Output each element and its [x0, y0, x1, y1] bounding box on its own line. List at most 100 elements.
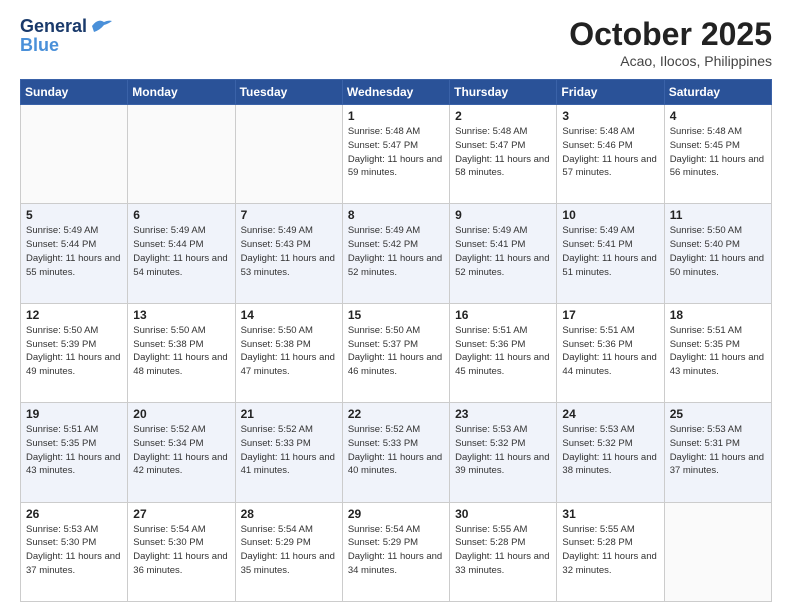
calendar-week-1: 1 Sunrise: 5:48 AM Sunset: 5:47 PM Daylig…: [21, 105, 772, 204]
day-info: Sunrise: 5:52 AM Sunset: 5:33 PM Dayligh…: [348, 423, 444, 478]
day-number: 19: [26, 407, 122, 421]
day-number: 18: [670, 308, 766, 322]
logo-general: General: [20, 16, 87, 37]
calendar-cell: 11 Sunrise: 5:50 AM Sunset: 5:40 PM Dayli…: [664, 204, 771, 303]
day-number: 1: [348, 109, 444, 123]
day-info: Sunrise: 5:48 AM Sunset: 5:47 PM Dayligh…: [348, 125, 444, 180]
day-info: Sunrise: 5:52 AM Sunset: 5:33 PM Dayligh…: [241, 423, 337, 478]
calendar-cell: 22Sunrise: 5:52 AM Sunset: 5:33 PM Dayli…: [342, 403, 449, 502]
calendar-cell: [235, 105, 342, 204]
calendar-cell: 20 Sunrise: 5:52 AM Sunset: 5:34 PM Dayli…: [128, 403, 235, 502]
calendar-cell: 25Sunrise: 5:53 AM Sunset: 5:31 PM Dayli…: [664, 403, 771, 502]
day-number: 7: [241, 208, 337, 222]
day-number: 3: [562, 109, 658, 123]
calendar-cell: 13 Sunrise: 5:50 AM Sunset: 5:38 PM Dayli…: [128, 303, 235, 402]
calendar-cell: 15 Sunrise: 5:50 AM Sunset: 5:37 PM Dayli…: [342, 303, 449, 402]
calendar-cell: [21, 105, 128, 204]
calendar-cell: 12Sunrise: 5:50 AM Sunset: 5:39 PM Dayli…: [21, 303, 128, 402]
day-info: Sunrise: 5:49 AM Sunset: 5:44 PM Dayligh…: [133, 224, 229, 279]
day-number: 6: [133, 208, 229, 222]
calendar-cell: 2Sunrise: 5:48 AM Sunset: 5:47 PM Daylig…: [450, 105, 557, 204]
day-info: Sunrise: 5:54 AM Sunset: 5:29 PM Dayligh…: [241, 523, 337, 578]
logo: General Blue: [20, 16, 112, 56]
title-area: October 2025 Acao, Ilocos, Philippines: [569, 16, 772, 69]
calendar-cell: 28 Sunrise: 5:54 AM Sunset: 5:29 PM Dayli…: [235, 502, 342, 601]
calendar-cell: 27Sunrise: 5:54 AM Sunset: 5:30 PM Dayli…: [128, 502, 235, 601]
calendar-cell: 18 Sunrise: 5:51 AM Sunset: 5:35 PM Dayli…: [664, 303, 771, 402]
day-info: Sunrise: 5:50 AM Sunset: 5:38 PM Dayligh…: [241, 324, 337, 379]
calendar-cell: 4Sunrise: 5:48 AM Sunset: 5:45 PM Daylig…: [664, 105, 771, 204]
day-info: Sunrise: 5:53 AM Sunset: 5:32 PM Dayligh…: [455, 423, 551, 478]
day-number: 30: [455, 507, 551, 521]
header-sunday: Sunday: [21, 80, 128, 105]
day-number: 8: [348, 208, 444, 222]
calendar-cell: 9 Sunrise: 5:49 AM Sunset: 5:41 PM Daylig…: [450, 204, 557, 303]
day-info: Sunrise: 5:50 AM Sunset: 5:40 PM Dayligh…: [670, 224, 766, 279]
calendar-cell: 24 Sunrise: 5:53 AM Sunset: 5:32 PM Dayli…: [557, 403, 664, 502]
day-info: Sunrise: 5:49 AM Sunset: 5:42 PM Dayligh…: [348, 224, 444, 279]
calendar-cell: 14Sunrise: 5:50 AM Sunset: 5:38 PM Dayli…: [235, 303, 342, 402]
calendar-cell: 10Sunrise: 5:49 AM Sunset: 5:41 PM Dayli…: [557, 204, 664, 303]
calendar-cell: 5 Sunrise: 5:49 AM Sunset: 5:44 PM Daylig…: [21, 204, 128, 303]
header: General Blue October 2025 Acao, Ilocos, …: [20, 16, 772, 69]
day-info: Sunrise: 5:51 AM Sunset: 5:36 PM Dayligh…: [455, 324, 551, 379]
calendar-cell: 6 Sunrise: 5:49 AM Sunset: 5:44 PM Daylig…: [128, 204, 235, 303]
logo-blue: Blue: [20, 35, 59, 56]
day-info: Sunrise: 5:53 AM Sunset: 5:30 PM Dayligh…: [26, 523, 122, 578]
day-number: 21: [241, 407, 337, 421]
day-info: Sunrise: 5:51 AM Sunset: 5:35 PM Dayligh…: [26, 423, 122, 478]
day-number: 28: [241, 507, 337, 521]
day-info: Sunrise: 5:50 AM Sunset: 5:38 PM Dayligh…: [133, 324, 229, 379]
logo-bird-icon: [90, 18, 112, 34]
header-monday: Monday: [128, 80, 235, 105]
calendar-cell: 30 Sunrise: 5:55 AM Sunset: 5:28 PM Dayli…: [450, 502, 557, 601]
location-subtitle: Acao, Ilocos, Philippines: [569, 53, 772, 69]
day-info: Sunrise: 5:52 AM Sunset: 5:34 PM Dayligh…: [133, 423, 229, 478]
day-info: Sunrise: 5:50 AM Sunset: 5:37 PM Dayligh…: [348, 324, 444, 379]
day-number: 29: [348, 507, 444, 521]
day-number: 5: [26, 208, 122, 222]
day-info: Sunrise: 5:49 AM Sunset: 5:43 PM Dayligh…: [241, 224, 337, 279]
day-info: Sunrise: 5:49 AM Sunset: 5:41 PM Dayligh…: [455, 224, 551, 279]
header-thursday: Thursday: [450, 80, 557, 105]
header-friday: Friday: [557, 80, 664, 105]
weekday-header-row: Sunday Monday Tuesday Wednesday Thursday…: [21, 80, 772, 105]
calendar-cell: [128, 105, 235, 204]
day-number: 9: [455, 208, 551, 222]
day-info: Sunrise: 5:53 AM Sunset: 5:32 PM Dayligh…: [562, 423, 658, 478]
day-number: 16: [455, 308, 551, 322]
calendar-cell: 3 Sunrise: 5:48 AM Sunset: 5:46 PM Daylig…: [557, 105, 664, 204]
day-number: 20: [133, 407, 229, 421]
calendar-week-4: 19 Sunrise: 5:51 AM Sunset: 5:35 PM Dayli…: [21, 403, 772, 502]
calendar-cell: 16 Sunrise: 5:51 AM Sunset: 5:36 PM Dayli…: [450, 303, 557, 402]
calendar-cell: 8 Sunrise: 5:49 AM Sunset: 5:42 PM Daylig…: [342, 204, 449, 303]
day-number: 2: [455, 109, 551, 123]
day-number: 11: [670, 208, 766, 222]
calendar-cell: 7 Sunrise: 5:49 AM Sunset: 5:43 PM Daylig…: [235, 204, 342, 303]
day-number: 17: [562, 308, 658, 322]
calendar-cell: 23 Sunrise: 5:53 AM Sunset: 5:32 PM Dayli…: [450, 403, 557, 502]
day-number: 13: [133, 308, 229, 322]
day-number: 27: [133, 507, 229, 521]
day-number: 23: [455, 407, 551, 421]
day-info: Sunrise: 5:55 AM Sunset: 5:28 PM Dayligh…: [455, 523, 551, 578]
day-info: Sunrise: 5:53 AM Sunset: 5:31 PM Dayligh…: [670, 423, 766, 478]
header-wednesday: Wednesday: [342, 80, 449, 105]
calendar-cell: [664, 502, 771, 601]
calendar-cell: 26Sunrise: 5:53 AM Sunset: 5:30 PM Dayli…: [21, 502, 128, 601]
day-info: Sunrise: 5:48 AM Sunset: 5:46 PM Dayligh…: [562, 125, 658, 180]
day-number: 15: [348, 308, 444, 322]
day-info: Sunrise: 5:54 AM Sunset: 5:29 PM Dayligh…: [348, 523, 444, 578]
calendar-week-2: 5 Sunrise: 5:49 AM Sunset: 5:44 PM Daylig…: [21, 204, 772, 303]
page: General Blue October 2025 Acao, Ilocos, …: [0, 0, 792, 612]
day-info: Sunrise: 5:50 AM Sunset: 5:39 PM Dayligh…: [26, 324, 122, 379]
day-number: 4: [670, 109, 766, 123]
day-info: Sunrise: 5:51 AM Sunset: 5:35 PM Dayligh…: [670, 324, 766, 379]
day-number: 31: [562, 507, 658, 521]
day-number: 10: [562, 208, 658, 222]
month-title: October 2025: [569, 16, 772, 53]
day-info: Sunrise: 5:49 AM Sunset: 5:44 PM Dayligh…: [26, 224, 122, 279]
calendar-cell: 19 Sunrise: 5:51 AM Sunset: 5:35 PM Dayli…: [21, 403, 128, 502]
day-number: 24: [562, 407, 658, 421]
header-saturday: Saturday: [664, 80, 771, 105]
